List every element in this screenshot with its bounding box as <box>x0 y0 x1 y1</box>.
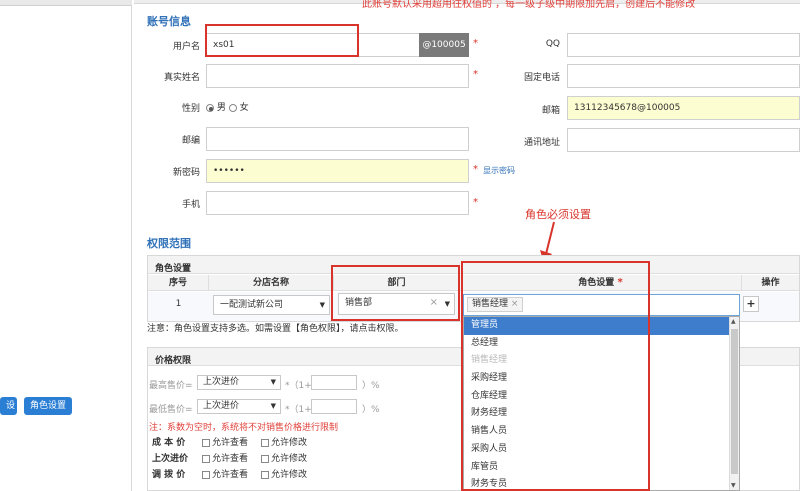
cost-price-edit-option[interactable]: 允许修改 <box>261 435 307 448</box>
email-input[interactable]: 13112345678@100005 <box>567 96 800 120</box>
scroll-up-icon[interactable]: ▲ <box>731 318 736 325</box>
scrollbar-thumb[interactable] <box>731 329 738 474</box>
role-settings-title: 角色设置 <box>155 264 192 274</box>
new-password-input[interactable]: •••••• <box>206 159 469 183</box>
checkbox-label: 允许查看 <box>212 454 249 464</box>
dropdown-scrollbar[interactable]: ▲ ▼ <box>729 317 739 490</box>
gender-label: 性别 <box>181 104 200 114</box>
qq-input[interactable] <box>567 33 800 57</box>
qq-label: QQ <box>545 39 560 49</box>
checkbox[interactable] <box>261 438 269 447</box>
last-purchase-price-label: 上次进价 <box>152 454 189 464</box>
branch-select[interactable]: 一配测试新公司 ▼ <box>213 295 330 315</box>
show-password-link[interactable]: 显示密码 <box>483 165 515 176</box>
checkbox[interactable] <box>261 470 269 479</box>
checkbox[interactable] <box>261 454 269 463</box>
cost-price-label: 成 本 价 <box>152 438 186 448</box>
caret-down-icon: ▼ <box>319 301 325 309</box>
mobile-label: 手机 <box>181 200 200 210</box>
scroll-down-icon[interactable]: ▼ <box>731 482 736 489</box>
min-price-coefficient-input[interactable] <box>311 399 357 414</box>
max-price-coefficient-input[interactable] <box>311 375 357 390</box>
department-highlight-box <box>331 265 460 321</box>
new-password-label: 新密码 <box>172 168 200 178</box>
branch-select-value: 一配测试新公司 <box>220 300 284 310</box>
gender-male-radio[interactable] <box>206 103 214 112</box>
max-price-base-select[interactable]: 上次进价 ▼ <box>197 375 281 390</box>
role-required-annotation: 角色必须设置 <box>525 208 591 221</box>
gender-female-label: 女 <box>239 103 249 113</box>
left-panel-header <box>0 0 132 6</box>
column-header-index: 序号 <box>148 275 209 291</box>
gender-radio-group: 男 女 <box>206 100 249 113</box>
checkbox[interactable] <box>202 438 210 447</box>
postcode-input[interactable] <box>206 127 469 151</box>
address-label: 通讯地址 <box>523 138 560 148</box>
gender-female-radio[interactable] <box>228 103 237 112</box>
price-note: 注：系数为空时，系统将不对销售价格进行限制 <box>149 423 339 433</box>
address-input[interactable] <box>567 128 800 152</box>
transfer-price-label: 调 拨 价 <box>152 470 186 480</box>
min-price-base-select[interactable]: 上次进价 ▼ <box>197 399 281 414</box>
min-price-label: 最低售价= <box>149 405 193 415</box>
checkbox-label: 允许修改 <box>271 470 308 480</box>
max-price-label: 最高售价= <box>149 381 193 391</box>
role-settings-button[interactable]: 角色设置 <box>24 397 72 415</box>
max-price-base-value: 上次进价 <box>203 377 240 387</box>
checkbox[interactable] <box>202 470 210 479</box>
formula-end-text: ）% <box>362 381 380 391</box>
formula-text: *（1+ <box>285 381 312 391</box>
checkbox-label: 允许修改 <box>271 454 308 464</box>
caret-down-icon: ▼ <box>270 402 276 410</box>
caret-down-icon: ▼ <box>270 378 276 386</box>
required-mark: * <box>473 69 478 80</box>
username-highlight-box <box>205 24 359 57</box>
mobile-input[interactable] <box>206 191 469 215</box>
phone-input[interactable] <box>567 64 800 88</box>
formula-end-text: ）% <box>362 405 380 415</box>
required-mark: * <box>473 164 478 175</box>
checkbox-label: 允许修改 <box>271 438 308 448</box>
checkbox-label: 允许查看 <box>212 470 249 480</box>
phone-label: 固定电话 <box>523 73 560 83</box>
required-mark: * <box>473 38 478 49</box>
checkbox[interactable] <box>202 454 210 463</box>
realname-input[interactable] <box>206 64 469 88</box>
realname-label: 真实姓名 <box>163 73 200 83</box>
checkbox-label: 允许查看 <box>212 438 249 448</box>
permissions-section-title: 权限范围 <box>147 237 191 250</box>
required-mark: * <box>473 197 478 208</box>
account-section-title: 账号信息 <box>147 15 191 28</box>
last-purchase-edit-option[interactable]: 允许修改 <box>261 451 307 464</box>
top-banner-text: 此账号默认采用超用往权值的 ，每一级子级中期限加先启，创建后不能修改 <box>362 0 696 10</box>
cost-price-view-option[interactable]: 允许查看 <box>202 435 248 448</box>
email-label: 邮箱 <box>541 106 560 116</box>
username-suffix: @100005 <box>419 33 469 57</box>
min-price-base-value: 上次进价 <box>203 401 240 411</box>
gender-male-label: 男 <box>216 103 226 113</box>
transfer-price-view-option[interactable]: 允许查看 <box>202 467 248 480</box>
last-purchase-view-option[interactable]: 允许查看 <box>202 451 248 464</box>
formula-text: *（1+ <box>285 405 312 415</box>
postcode-label: 邮编 <box>181 136 200 146</box>
settings-button[interactable]: 设置 <box>0 397 17 429</box>
column-header-action: 操作 <box>742 275 799 291</box>
left-panel <box>0 0 132 491</box>
role-highlight-box <box>461 261 650 491</box>
row-index: 1 <box>175 299 182 309</box>
add-row-button[interactable]: + <box>743 296 759 312</box>
column-header-branch: 分店名称 <box>209 275 334 291</box>
transfer-price-edit-option[interactable]: 允许修改 <box>261 467 307 480</box>
username-label: 用户名 <box>172 42 200 52</box>
role-note: 注意：角色设置支持多选。如需设置【角色权限】，请点击权限。 <box>147 324 404 334</box>
price-permission-title: 价格权限 <box>155 356 192 366</box>
